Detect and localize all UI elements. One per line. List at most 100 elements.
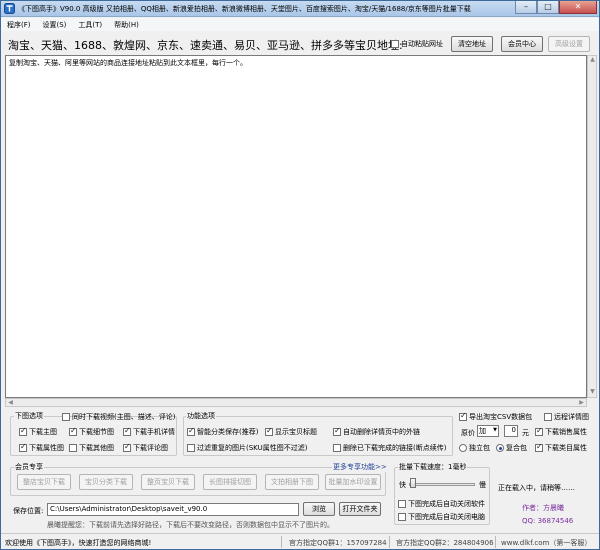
member-exclusive-title: 会员专享: [14, 462, 44, 472]
filter-duplicates-option[interactable]: 过滤重复的图片(SKU属性图不过滤): [187, 443, 307, 453]
auto-shutdown-check[interactable]: [398, 513, 406, 521]
open-folder-button[interactable]: 打开文件夹: [339, 502, 381, 516]
auto-close-app-label: 下图完成后自动关闭软件: [408, 500, 485, 508]
menu-tools[interactable]: 工具(T): [72, 18, 108, 31]
scroll-down-icon[interactable]: ▼: [589, 388, 596, 397]
delete-done-links-label: 删除已下载完成的链接(断点续传): [343, 444, 447, 452]
loading-status: 正在载入中，请稍等……: [498, 484, 575, 492]
download-review-image-label: 下载评论图: [133, 444, 168, 452]
download-other-image-option[interactable]: 下载其他图: [69, 443, 114, 453]
download-detail-image-label: 下载细节图: [79, 428, 114, 436]
save-path-input[interactable]: C:\Users\Administrator\Desktop\saveit_v9…: [47, 503, 299, 516]
album-download-button[interactable]: 文拍相册下图: [265, 474, 319, 490]
category-attr-option[interactable]: 下载类目属性: [535, 442, 587, 453]
category-download-button[interactable]: 宝贝分类下载: [79, 474, 133, 490]
auto-delete-links-label: 自动删除详情页中的外链: [343, 428, 420, 436]
website-link[interactable]: www.dlkf.com（第一客服）: [501, 538, 591, 548]
auto-shutdown-option[interactable]: 下图完成后自动关闭电脑: [398, 512, 485, 522]
remote-detail-label: 远程详情图: [554, 413, 589, 421]
advanced-settings-button[interactable]: 高级设置: [548, 36, 590, 52]
download-attr-image-check[interactable]: [19, 442, 27, 452]
minimize-button[interactable]: –: [515, 1, 537, 14]
menu-settings[interactable]: 设置(S): [37, 18, 73, 31]
download-mobile-detail-option[interactable]: 下载手机详情: [123, 426, 175, 437]
export-csv-option[interactable]: 导出淘宝CSV数据包: [459, 411, 532, 422]
auto-delete-links-check[interactable]: [333, 426, 341, 436]
status-divider: [495, 536, 496, 548]
download-attr-image-option[interactable]: 下载属性图: [19, 442, 64, 453]
category-attr-check[interactable]: [535, 442, 543, 452]
page-download-button[interactable]: 整页宝贝下载: [141, 474, 195, 490]
download-main-image-label: 下载主图: [29, 428, 57, 436]
horizontal-scrollbar[interactable]: ◀ ▶: [5, 398, 587, 407]
download-attr-image-label: 下载属性图: [29, 444, 64, 452]
price-label: 原价: [461, 429, 475, 437]
sales-attr-check[interactable]: [535, 426, 543, 436]
speed-fast-label: 快: [399, 481, 406, 489]
scroll-left-icon[interactable]: ◀: [6, 399, 15, 406]
auto-paste-check-box[interactable]: [391, 40, 399, 48]
maximize-button[interactable]: □: [537, 1, 559, 14]
download-main-image-option[interactable]: 下载主图: [19, 426, 57, 437]
long-image-cut-button[interactable]: 长图排接切图: [203, 474, 257, 490]
menu-bar: 程序(F) 设置(S) 工具(T) 帮助(H): [1, 18, 599, 31]
download-video-option[interactable]: 同时下载视频(主图、描述、评论): [62, 412, 175, 422]
speed-slider-thumb[interactable]: [410, 478, 417, 488]
vertical-scrollbar[interactable]: ▲ ▼: [587, 55, 597, 398]
window-title: 《下图高手》V90.0 高级版 又拍相册、QQ相册、新浪爱拍相册、新浪微博相册、…: [18, 5, 471, 13]
delete-done-links-check[interactable]: [333, 444, 341, 452]
scroll-right-icon[interactable]: ▶: [577, 399, 586, 406]
speed-slow-label: 慢: [479, 481, 486, 489]
combined-package-label: 复合包: [506, 444, 527, 452]
url-textarea[interactable]: 复制淘宝、天猫、阿里等网站的商品连接地址粘贴到此文本框里，每行一个。: [5, 55, 587, 398]
filter-duplicates-label: 过滤重复的图片(SKU属性图不过滤): [197, 444, 308, 452]
auto-close-app-check[interactable]: [398, 500, 406, 508]
menu-program[interactable]: 程序(F): [1, 18, 37, 31]
smart-save-option[interactable]: 智能分类保存(推荐): [187, 426, 258, 437]
download-video-check[interactable]: [62, 413, 70, 421]
scroll-up-icon[interactable]: ▲: [589, 56, 596, 65]
download-other-image-check[interactable]: [69, 444, 77, 452]
auto-shutdown-label: 下图完成后自动关闭电脑: [408, 513, 485, 521]
download-mobile-detail-check[interactable]: [123, 426, 131, 436]
price-value-input[interactable]: 0: [504, 425, 518, 437]
remote-detail-option[interactable]: 远程详情图: [544, 412, 589, 422]
remote-detail-check[interactable]: [544, 413, 552, 421]
clear-address-button[interactable]: 清空地址: [451, 36, 493, 52]
download-detail-image-option[interactable]: 下载细节图: [69, 426, 114, 437]
price-operator-select[interactable]: 加 ▼: [477, 425, 499, 437]
standalone-package-radio[interactable]: [459, 444, 467, 452]
price-unit: 元: [522, 429, 529, 437]
save-location-label: 保存位置:: [13, 507, 44, 515]
download-detail-image-check[interactable]: [69, 426, 77, 436]
smart-save-check[interactable]: [187, 426, 195, 436]
more-functions-link[interactable]: 更多专享功能>>: [332, 462, 388, 472]
save-path-value: C:\Users\Administrator\Desktop\saveit_v9…: [50, 505, 208, 513]
category-attr-label: 下载类目属性: [545, 444, 587, 452]
combined-package-option[interactable]: 复合包: [496, 443, 527, 453]
browse-button[interactable]: 浏览: [303, 502, 335, 516]
delete-done-links-option[interactable]: 删除已下载完成的链接(断点续传): [333, 443, 446, 453]
auto-paste-checkbox[interactable]: 自动粘贴网址: [391, 39, 443, 49]
menu-help[interactable]: 帮助(H): [108, 18, 145, 31]
show-title-option[interactable]: 显示宝贝标题: [265, 426, 317, 437]
sales-attr-option[interactable]: 下载销售属性: [535, 426, 587, 437]
title-bar[interactable]: 《下图高手》V90.0 高级版 又拍相册、QQ相册、新浪爱拍相册、新浪微博相册、…: [1, 1, 599, 17]
download-review-image-check[interactable]: [123, 442, 131, 452]
auto-delete-links-option[interactable]: 自动删除详情页中的外链: [333, 426, 420, 437]
export-csv-check[interactable]: [459, 411, 467, 421]
member-center-button[interactable]: 会员中心: [501, 36, 543, 52]
download-review-image-option[interactable]: 下载评论图: [123, 442, 168, 453]
speed-slider-track[interactable]: [409, 483, 475, 486]
shop-download-button[interactable]: 整店宝贝下载: [17, 474, 71, 490]
show-title-check[interactable]: [265, 426, 273, 436]
watermark-settings-button[interactable]: 批量加水印设置: [325, 474, 381, 490]
combined-package-radio[interactable]: [496, 444, 504, 452]
address-label: 淘宝、天猫、1688、敦煌网、京东、速卖通、易贝、亚马逊、拼多多等宝贝地址:: [8, 39, 403, 52]
auto-close-app-option[interactable]: 下图完成后自动关闭软件: [398, 499, 485, 509]
download-main-image-check[interactable]: [19, 426, 27, 436]
close-button[interactable]: ✕: [559, 1, 597, 14]
function-options-title: 功能选项: [186, 411, 216, 421]
standalone-package-option[interactable]: 独立包: [459, 443, 490, 453]
filter-duplicates-check[interactable]: [187, 444, 195, 452]
